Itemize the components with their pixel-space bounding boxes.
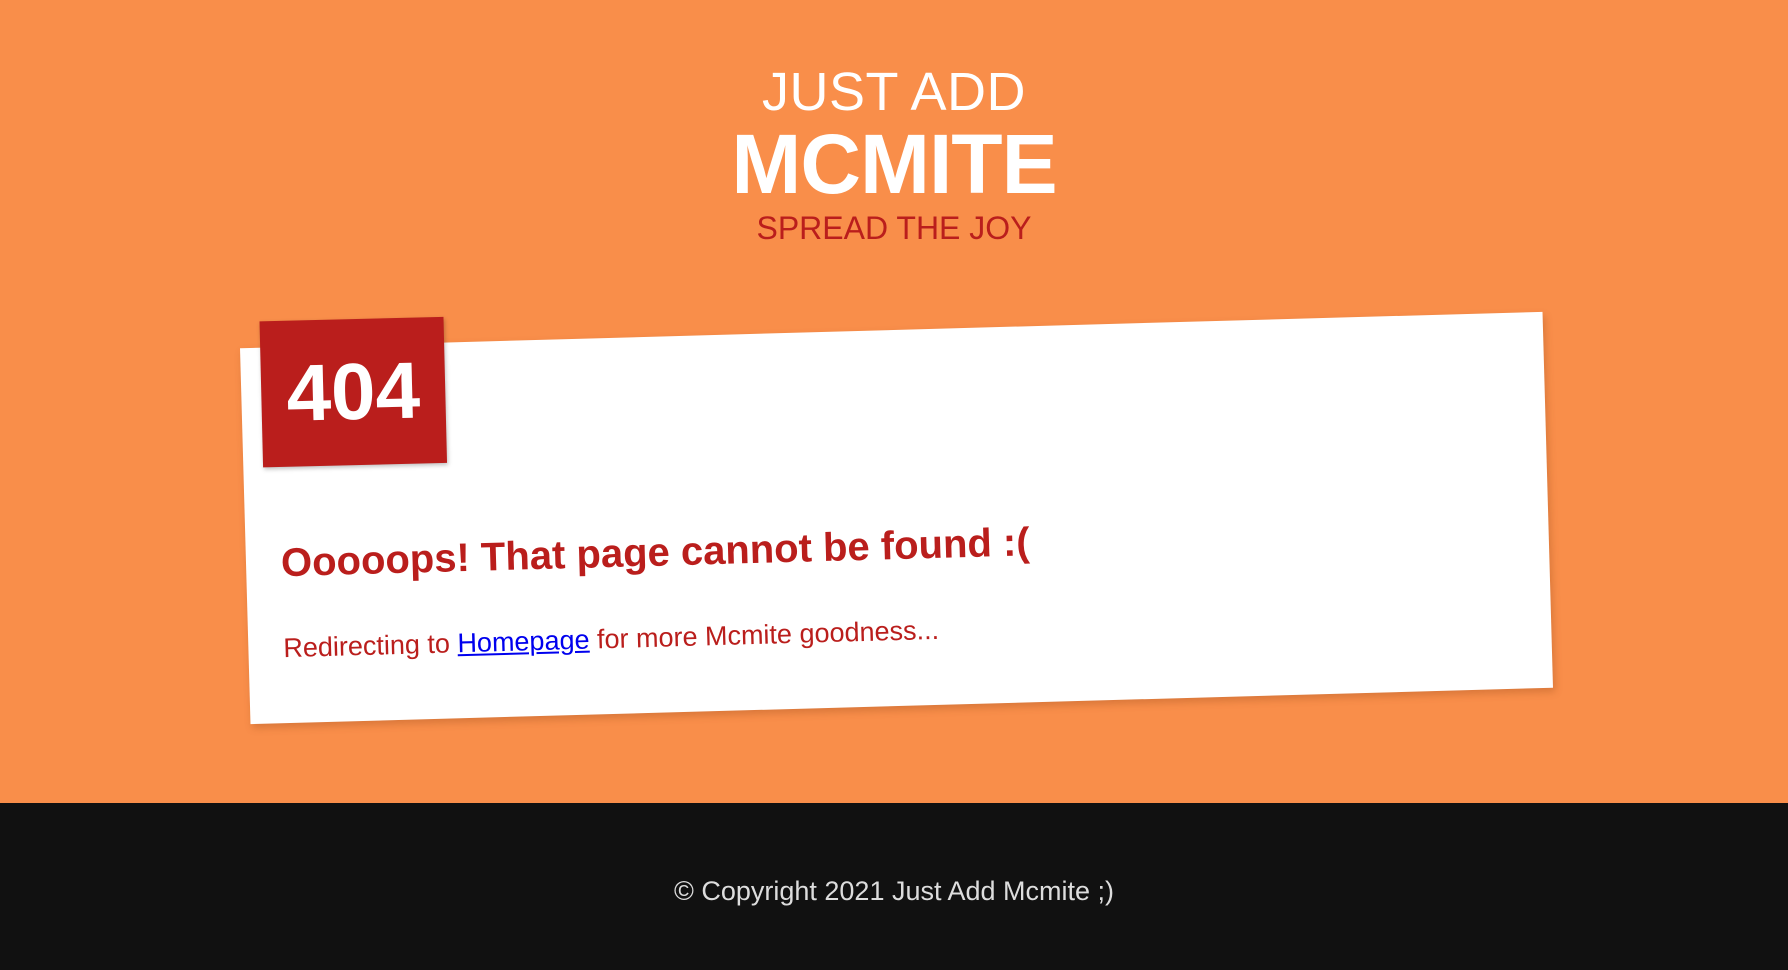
error-heading: Ooooops! That page cannot be found :( [280, 520, 1031, 586]
error-code-badge: 404 [259, 316, 448, 468]
copyright-text: © Copyright 2021 Just Add Mcmite ;) [673, 876, 1115, 906]
logo-top-line: JUST ADD [761, 62, 1027, 122]
homepage-link[interactable]: Homepage [457, 625, 590, 659]
redirect-suffix: for more Mcmite goodness... [596, 614, 940, 655]
footer: © Copyright 2021 Just Add Mcmite ;) [0, 803, 1788, 970]
redirect-message: Redirecting to Homepage for more Mcmite … [283, 615, 939, 664]
logo-name: MCMITE [731, 117, 1057, 211]
logo-tagline: SPREAD THE JOY [756, 210, 1032, 246]
redirect-prefix: Redirecting to [282, 628, 451, 664]
site-logo: JUST ADD MCMITE SPREAD THE JOY [0, 60, 1788, 248]
error-card: 404 Ooooops! That page cannot be found :… [240, 311, 1553, 725]
